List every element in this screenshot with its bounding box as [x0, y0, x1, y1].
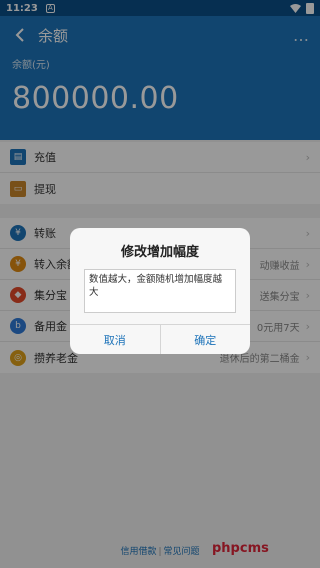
increase-amount-input[interactable]: 数值越大，金额随机增加幅度越大: [84, 269, 236, 313]
edit-increase-dialog: 修改增加幅度 数值越大，金额随机增加幅度越大 取消 确定: [70, 228, 250, 354]
confirm-button[interactable]: 确定: [159, 325, 251, 354]
dialog-title: 修改增加幅度: [120, 245, 199, 260]
dialog-actions: 取消 确定: [70, 324, 250, 354]
cancel-button[interactable]: 取消: [70, 325, 160, 354]
